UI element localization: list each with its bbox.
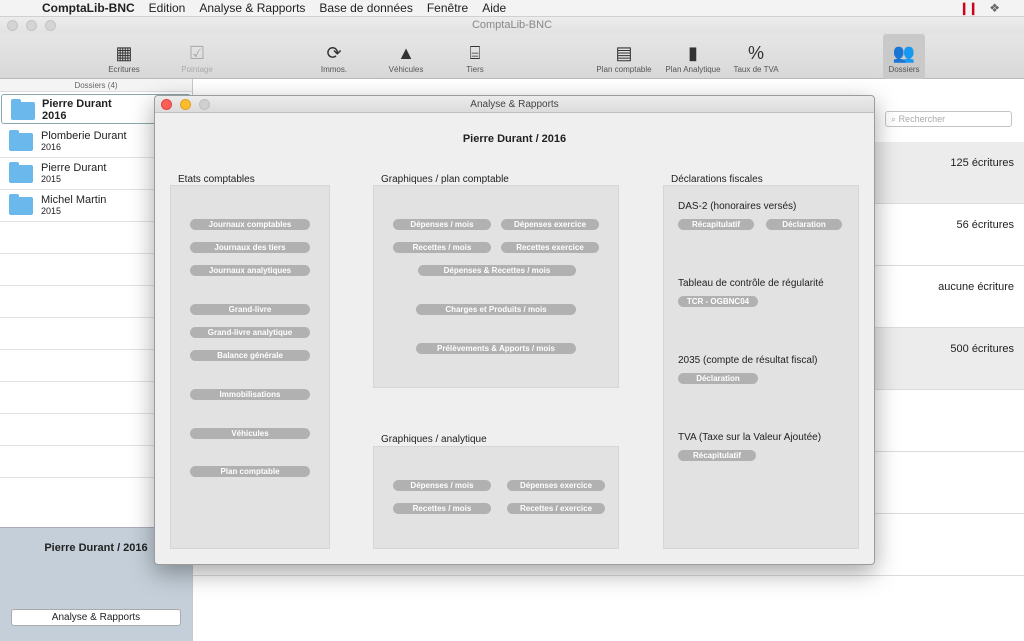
- folder-icon: [11, 99, 35, 120]
- window-titlebar: ComptaLib-BNC: [0, 17, 1024, 34]
- tcr-ogbnc04-button[interactable]: TCR - OGBNC04: [678, 296, 758, 307]
- users-icon: 👥: [892, 43, 916, 63]
- analytique-recettes-exercice-button[interactable]: Recettes / exercice: [507, 503, 605, 514]
- toolbar-ecritures-button[interactable]: ▦ Ecritures: [102, 34, 146, 79]
- r2035-declaration-button[interactable]: Déclaration: [678, 373, 758, 384]
- window-zoom-button[interactable]: [45, 20, 56, 31]
- cabinet-icon: ▤: [615, 43, 633, 63]
- etats-comptables-panel: Journaux comptables Journaux des tiers J…: [170, 185, 330, 549]
- folder-icon: [9, 194, 33, 215]
- charges-produits-mois-button[interactable]: Charges et Produits / mois: [416, 304, 576, 315]
- dialog-titlebar: Analyse & Rapports: [155, 96, 874, 113]
- entries-count: aucune écriture: [938, 281, 1014, 293]
- road-icon: ▲: [397, 43, 415, 63]
- toolbar: ▦ Ecritures ☑ Pointage ⟳ Immos. ▲ Véhicu…: [0, 34, 1024, 79]
- toolbar-vehicules-button[interactable]: ▲ Véhicules: [384, 34, 428, 79]
- depenses-mois-button[interactable]: Dépenses / mois: [393, 219, 491, 230]
- analyse-rapports-button[interactable]: Analyse & Rapports: [11, 609, 181, 626]
- analytique-depenses-exercice-button[interactable]: Dépenses exercice: [507, 480, 605, 491]
- graphiques-analytique-panel: Dépenses / mois Dépenses exercice Recett…: [373, 446, 619, 549]
- sidebar-header: Dossiers (4): [0, 79, 192, 92]
- toolbar-dossiers-button[interactable]: 👥 Dossiers: [883, 34, 925, 79]
- menu-aide[interactable]: Aide: [482, 1, 506, 15]
- entries-count: 500 écritures: [950, 343, 1014, 355]
- window-controls: [7, 20, 56, 31]
- book-icon: ▮: [688, 43, 698, 63]
- depenses-recettes-mois-button[interactable]: Dépenses & Recettes / mois: [418, 265, 576, 276]
- dialog-title: Analyse & Rapports: [470, 99, 559, 110]
- menu-edition[interactable]: Edition: [149, 1, 186, 15]
- calendar-icon: ▦: [115, 43, 133, 63]
- window-title: ComptaLib-BNC: [471, 19, 553, 31]
- dialog-window-controls: [161, 99, 210, 110]
- dialog-minimize-button[interactable]: [180, 99, 191, 110]
- folder-icon: [9, 130, 33, 151]
- dialog-zoom-button[interactable]: [199, 99, 210, 110]
- menu-app-name[interactable]: ComptaLib-BNC: [42, 1, 135, 15]
- dialog-close-button[interactable]: [161, 99, 172, 110]
- r2035-label: 2035 (compte de résultat fiscal): [678, 355, 818, 366]
- immobilisations-button[interactable]: Immobilisations: [190, 389, 310, 400]
- graphiques-analytique-title: Graphiques / analytique: [381, 434, 487, 445]
- das2-label: DAS-2 (honoraires versés): [678, 201, 797, 212]
- grand-livre-analytique-button[interactable]: Grand-livre analytique: [190, 327, 310, 338]
- analytique-recettes-mois-button[interactable]: Recettes / mois: [393, 503, 491, 514]
- recettes-mois-button[interactable]: Recettes / mois: [393, 242, 491, 253]
- tva-label: TVA (Taxe sur la Valeur Ajoutée): [678, 432, 822, 443]
- dropbox-icon[interactable]: ❖: [989, 1, 1000, 15]
- toolbar-immos-button[interactable]: ⟳ Immos.: [314, 34, 354, 79]
- refresh-icon: ⟳: [326, 43, 342, 63]
- percent-icon: %: [747, 43, 764, 63]
- entries-count: 56 écritures: [956, 219, 1014, 231]
- pause-icon[interactable]: ❙❙: [959, 1, 978, 15]
- toolbar-pointage-button[interactable]: ☑ Pointage: [175, 34, 219, 79]
- menu-fenetre[interactable]: Fenêtre: [427, 1, 468, 15]
- grand-livre-button[interactable]: Grand-livre: [190, 304, 310, 315]
- declarations-fiscales-panel: DAS-2 (honoraires versés) Récapitulatif …: [663, 185, 859, 549]
- window-minimize-button[interactable]: [26, 20, 37, 31]
- etats-comptables-title: Etats comptables: [178, 174, 255, 185]
- analyse-rapports-dialog: Analyse & Rapports Pierre Durant / 2016 …: [154, 95, 875, 565]
- toolbar-tiers-button[interactable]: ⌸ Tiers: [458, 34, 492, 79]
- prelevements-apports-mois-button[interactable]: Prélèvements & Apports / mois: [416, 343, 576, 354]
- plan-comptable-button[interactable]: Plan comptable: [190, 466, 310, 477]
- journaux-analytiques-button[interactable]: Journaux analytiques: [190, 265, 310, 276]
- menu-analyse-rapports[interactable]: Analyse & Rapports: [199, 1, 305, 15]
- toolbar-plan-analytique-button[interactable]: ▮ Plan Analytique: [660, 34, 726, 79]
- window-close-button[interactable]: [7, 20, 18, 31]
- checkbox-icon: ☑: [188, 43, 206, 63]
- das2-declaration-button[interactable]: Déclaration: [766, 219, 842, 230]
- tva-recapitulatif-button[interactable]: Récapitulatif: [678, 450, 756, 461]
- journaux-tiers-button[interactable]: Journaux des tiers: [190, 242, 310, 253]
- toolbar-plan-comptable-button[interactable]: ▤ Plan comptable: [592, 34, 656, 79]
- journaux-comptables-button[interactable]: Journaux comptables: [190, 219, 310, 230]
- graphiques-plan-panel: Dépenses / mois Dépenses exercice Recett…: [373, 185, 619, 388]
- declarations-fiscales-title: Déclarations fiscales: [671, 174, 763, 185]
- analytique-depenses-mois-button[interactable]: Dépenses / mois: [393, 480, 491, 491]
- menu-bar: ComptaLib-BNC Edition Analyse & Rapports…: [0, 0, 1024, 17]
- vehicules-button[interactable]: Véhicules: [190, 428, 310, 439]
- folder-icon: [9, 162, 33, 183]
- graphiques-plan-title: Graphiques / plan comptable: [381, 174, 509, 185]
- das2-recapitulatif-button[interactable]: Récapitulatif: [678, 219, 754, 230]
- dialog-heading: Pierre Durant / 2016: [462, 133, 567, 145]
- search-icon: ⌕: [891, 114, 897, 124]
- balance-generale-button[interactable]: Balance générale: [190, 350, 310, 361]
- tcr-label: Tableau de contrôle de régularité: [678, 278, 824, 289]
- depenses-exercice-button[interactable]: Dépenses exercice: [501, 219, 599, 230]
- inbox-icon: ⌸: [469, 43, 481, 63]
- search-input[interactable]: ⌕ Rechercher: [885, 111, 1012, 127]
- menu-base-de-donnees[interactable]: Base de données: [319, 1, 412, 15]
- search-placeholder: Rechercher: [898, 114, 946, 124]
- recettes-exercice-button[interactable]: Recettes exercice: [501, 242, 599, 253]
- entries-count: 125 écritures: [950, 157, 1014, 169]
- toolbar-taux-tva-button[interactable]: % Taux de TVA: [728, 34, 784, 79]
